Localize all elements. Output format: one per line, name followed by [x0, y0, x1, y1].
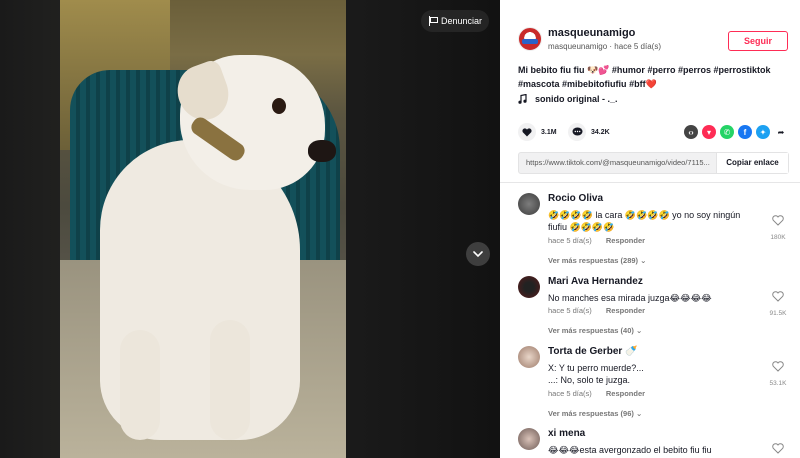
reply-button[interactable]: Responder	[606, 389, 645, 398]
music-note-icon	[518, 94, 527, 104]
reply-button[interactable]: Responder	[606, 306, 645, 315]
comment-meta: hace 5 día(s) Responder	[548, 389, 645, 398]
dog-leg	[210, 320, 250, 440]
comment-text: X: Y tu perro muerde?... ...: No, solo t…	[548, 363, 644, 385]
commenter-avatar[interactable]	[518, 428, 540, 450]
hashtag[interactable]: #humor	[612, 65, 645, 75]
comment-like[interactable]: 91.5K	[768, 289, 788, 317]
commenter-avatar[interactable]	[518, 193, 540, 215]
hashtag[interactable]: #perro	[647, 65, 675, 75]
comment-like-count: 91.5K	[769, 310, 787, 317]
comment-like[interactable]: 180K	[768, 213, 788, 241]
caption-text: Mi bebito fiu fiu 🐶💕	[518, 65, 610, 75]
heart-outline-icon[interactable]	[772, 215, 784, 226]
view-more-replies-label: Ver más respuestas (40)	[548, 326, 634, 335]
heart-outline-icon[interactable]	[772, 443, 784, 454]
comment-item: Torta de Gerber 🍼 X: Y tu perro muerde?.…	[518, 346, 788, 416]
comment-text: No manches esa mirada juzga😂😂😂😂	[548, 293, 712, 303]
post-time: hace 5 día(s)	[614, 42, 661, 51]
view-more-replies-label: Ver más respuestas (289)	[548, 256, 639, 265]
dog-eye	[272, 98, 286, 114]
comment-meta: hace 5 día(s) Responder	[548, 306, 645, 315]
dog-nose	[308, 140, 336, 162]
hashtag[interactable]: #perros	[678, 65, 711, 75]
sound-link[interactable]: sonido original - ._.	[518, 94, 618, 104]
comment-like-count: 180K	[770, 234, 786, 241]
hashtag[interactable]: #mibebitofiufiu	[562, 79, 627, 89]
like-stat[interactable]: 3.1M	[518, 123, 557, 141]
commenter-name[interactable]: Mari Ava Hernandez	[548, 276, 643, 287]
comment-list[interactable]: Rocio Oliva 🤣🤣🤣🤣 la cara 🤣🤣🤣🤣 yo no soy …	[500, 183, 800, 458]
comment-time: hace 5 día(s)	[548, 236, 592, 245]
flag-icon	[428, 16, 438, 26]
share-link-text[interactable]: https://www.tiktok.com/@masqueunamigo/vi…	[519, 153, 716, 173]
comment-text: 😂😂😂esta avergonzado el bebito fiu fiu	[548, 445, 712, 455]
chevron-down-icon: ⌄	[635, 409, 643, 418]
author-header: masqueunamigo masqueunamigo · hace 5 día…	[518, 27, 788, 57]
report-button[interactable]: Denunciar	[421, 10, 489, 32]
comment-time: hace 5 día(s)	[548, 306, 592, 315]
engagement-stats: 3.1M 34.2K ‹› ▾ ✆ f ✦ ➦	[518, 123, 788, 143]
facebook-icon[interactable]: f	[738, 125, 752, 139]
view-more-replies[interactable]: Ver más respuestas (40) ⌄	[548, 326, 642, 335]
embed-icon[interactable]: ‹›	[684, 125, 698, 139]
report-label: Denunciar	[440, 16, 483, 26]
video-pane[interactable]: Denunciar	[0, 0, 500, 458]
share-icons: ‹› ▾ ✆ f ✦ ➦	[684, 125, 788, 139]
commenter-name[interactable]: Torta de Gerber 🍼	[548, 346, 638, 357]
commenter-name[interactable]: xi mena	[548, 428, 585, 439]
share-arrow-icon[interactable]: ➦	[774, 125, 788, 139]
video-caption: Mi bebito fiu fiu 🐶💕 #humor #perro #perr…	[518, 63, 778, 91]
chevron-down-icon: ⌄	[640, 256, 647, 265]
author-handle: masqueunamigo	[548, 42, 608, 51]
comment-bubble-icon[interactable]	[568, 123, 586, 141]
comment-text: 🤣🤣🤣🤣 la cara 🤣🤣🤣🤣 yo no soy ningún fiufi…	[548, 210, 741, 232]
commenter-name[interactable]: Rocio Oliva	[548, 193, 603, 204]
comment-like[interactable]	[768, 441, 788, 458]
heart-outline-icon[interactable]	[772, 291, 784, 302]
comment-meta: hace 5 día(s) Responder	[548, 236, 645, 245]
whatsapp-icon[interactable]: ✆	[720, 125, 734, 139]
next-video-button[interactable]	[466, 242, 490, 266]
commenter-avatar[interactable]	[518, 346, 540, 368]
reply-button[interactable]: Responder	[606, 236, 645, 245]
comment-count: 34.2K	[591, 128, 610, 136]
separator: ·	[609, 42, 613, 51]
author-username[interactable]: masqueunamigo	[548, 27, 635, 39]
hashtag[interactable]: #perrostiktok	[714, 65, 771, 75]
dog-leg	[120, 330, 160, 440]
like-count: 3.1M	[541, 128, 557, 136]
chevron-down-icon	[473, 251, 483, 258]
chevron-down-icon: ⌄	[635, 326, 643, 335]
comment-item: xi mena 😂😂😂esta avergonzado el bebito fi…	[518, 428, 788, 458]
side-panel: masqueunamigo masqueunamigo · hace 5 día…	[500, 0, 800, 458]
heart-icon[interactable]	[518, 123, 536, 141]
comment-like-count: 53.1K	[769, 380, 787, 387]
hashtag[interactable]: #mascota	[518, 79, 560, 89]
share-link-box: https://www.tiktok.com/@masqueunamigo/vi…	[518, 152, 789, 174]
hashtag[interactable]: #bff	[629, 79, 646, 89]
video-player[interactable]	[60, 0, 346, 458]
view-more-replies[interactable]: Ver más respuestas (96) ⌄	[548, 409, 642, 418]
commenter-avatar[interactable]	[518, 276, 540, 298]
comment-like[interactable]: 53.1K	[768, 359, 788, 387]
author-subline: masqueunamigo · hace 5 día(s)	[548, 42, 661, 51]
send-icon[interactable]: ▾	[702, 125, 716, 139]
view-more-replies[interactable]: Ver más respuestas (289) ⌄	[548, 256, 646, 265]
sound-label: sonido original - ._.	[535, 94, 618, 104]
follow-button[interactable]: Seguir	[728, 31, 788, 51]
comment-stat[interactable]: 34.2K	[568, 123, 610, 141]
author-avatar[interactable]	[518, 27, 542, 51]
comment-time: hace 5 día(s)	[548, 389, 592, 398]
view-more-replies-label: Ver más respuestas (96)	[548, 409, 634, 418]
heart-outline-icon[interactable]	[772, 361, 784, 372]
caption-end-emoji: ❤️	[645, 79, 657, 89]
copy-link-button[interactable]: Copiar enlace	[716, 153, 788, 173]
twitter-icon[interactable]: ✦	[756, 125, 770, 139]
